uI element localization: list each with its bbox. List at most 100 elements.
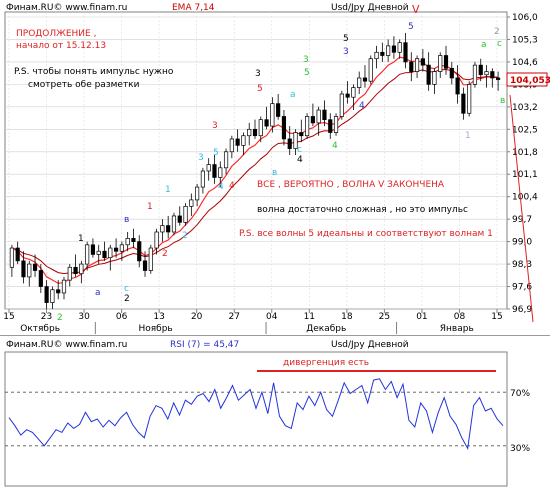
candle-down bbox=[490, 71, 495, 79]
candle-up bbox=[368, 58, 373, 82]
candle-down bbox=[299, 132, 304, 137]
candle-up bbox=[472, 64, 478, 85]
wave-label: 1 bbox=[165, 185, 171, 195]
candle-up bbox=[154, 231, 159, 249]
candle-up bbox=[183, 205, 188, 223]
annotation-wave-note: волна достаточно сложная , но это импуль… bbox=[257, 205, 468, 215]
candle-down bbox=[113, 247, 119, 252]
candle-up bbox=[432, 71, 437, 85]
wave-label: 1 bbox=[465, 131, 471, 141]
price-header-source: Финам.RU© www.finam.ru bbox=[6, 3, 127, 13]
price-x-tick-label: 08 bbox=[454, 312, 466, 322]
rsi-header-source: Финам.RU© www.finam.ru bbox=[6, 340, 127, 350]
price-x-tick-label: 15 bbox=[491, 312, 502, 322]
wave-label: 5 bbox=[213, 148, 219, 158]
candle-up bbox=[223, 151, 229, 169]
candle-up bbox=[484, 71, 489, 76]
wave-label: c bbox=[497, 39, 502, 49]
candle-down bbox=[426, 64, 431, 85]
wave-label: 5 bbox=[343, 34, 349, 44]
rsi-grid bbox=[5, 391, 507, 447]
wave-label: 3 bbox=[212, 121, 218, 131]
price-instrument-label: Usd/Jpy Дневной bbox=[331, 3, 409, 13]
candle-down bbox=[137, 241, 142, 262]
price-x-tick-label: 25 bbox=[379, 312, 390, 322]
price-x-tick-label: 11 bbox=[304, 312, 315, 322]
candle-up bbox=[357, 77, 362, 88]
price-x-tick-label: 04 bbox=[266, 312, 278, 322]
wave-label: 2 bbox=[162, 249, 168, 259]
current-price-label: 104,053 bbox=[510, 76, 550, 86]
candle-down bbox=[38, 270, 43, 287]
candle-down bbox=[32, 263, 38, 271]
candle-up bbox=[96, 250, 101, 255]
wave-label: a bbox=[290, 90, 296, 100]
candle-down bbox=[44, 286, 49, 303]
candle-down bbox=[362, 77, 368, 82]
wave-label: 5 bbox=[257, 84, 263, 94]
candle-up bbox=[218, 167, 223, 178]
price-y-tick-label: 99,0 bbox=[512, 238, 532, 248]
candle-up bbox=[206, 164, 211, 172]
candle-up bbox=[386, 45, 391, 56]
price-x-tick-label: 06 bbox=[116, 312, 128, 322]
candle-up bbox=[195, 186, 200, 201]
price-y-tick-label: 106,0 bbox=[512, 13, 538, 23]
candle-up bbox=[414, 58, 420, 72]
candle-down bbox=[212, 164, 217, 178]
candle-down bbox=[287, 138, 292, 149]
candle-up bbox=[125, 238, 130, 246]
annotation-divergence: дивергенция есть bbox=[283, 358, 369, 368]
candle-down bbox=[281, 116, 287, 140]
price-month-label: Ноябрь bbox=[138, 324, 172, 334]
wave-label: 2 bbox=[182, 231, 188, 241]
wave-label: в bbox=[500, 96, 505, 106]
chart-window: 106,0105,3104,6103,9103,2102,5101,8101,1… bbox=[0, 0, 550, 499]
candle-up bbox=[438, 55, 443, 72]
candle-down bbox=[461, 93, 466, 114]
candle-up bbox=[351, 87, 356, 98]
wave-label: a bbox=[95, 288, 101, 298]
candle-up bbox=[374, 51, 379, 60]
candle-up bbox=[247, 128, 252, 137]
candle-down bbox=[73, 266, 78, 275]
candle-down bbox=[131, 238, 136, 242]
candle-up bbox=[148, 247, 153, 271]
wave-label: 4 bbox=[218, 182, 224, 192]
candle-up bbox=[189, 199, 194, 207]
wave-label: 4 bbox=[229, 181, 235, 191]
candle-down bbox=[102, 250, 107, 259]
price-x-tick-label: 15 bbox=[3, 312, 14, 322]
price-month-label: Октябрь bbox=[20, 324, 60, 334]
price-y-tick-label: 103,2 bbox=[512, 103, 538, 113]
candle-down bbox=[310, 116, 315, 124]
candle-down bbox=[264, 119, 269, 127]
candle-up bbox=[67, 266, 72, 281]
candle-down bbox=[21, 260, 26, 278]
price-x-tick-label: 30 bbox=[78, 312, 90, 322]
price-y-tick-label: 98,3 bbox=[512, 260, 532, 270]
candle-down bbox=[443, 55, 449, 69]
annotation-ps-waves: P.S. все волны 5 идеальны и соответствую… bbox=[239, 229, 493, 239]
candle-down bbox=[322, 109, 327, 121]
candle-up bbox=[160, 225, 165, 233]
price-indicator-label: EMA 7,14 bbox=[172, 3, 215, 13]
annotation-continuation-title: ПРОДОЛЖЕНИЕ , bbox=[16, 29, 96, 39]
candle-up bbox=[61, 279, 67, 294]
candle-down bbox=[380, 51, 385, 56]
candle-down bbox=[15, 247, 20, 262]
price-y-tick-label: 105,3 bbox=[512, 35, 538, 45]
candle-down bbox=[478, 64, 483, 76]
wave-label: c bbox=[124, 284, 129, 294]
candle-up bbox=[241, 135, 246, 146]
candle-down bbox=[496, 77, 501, 80]
rsi-plot-frame bbox=[4, 351, 508, 487]
price-month-label: Январь bbox=[440, 324, 474, 334]
price-month-label: Декабрь bbox=[306, 324, 346, 334]
candle-down bbox=[420, 58, 425, 66]
candle-up bbox=[333, 116, 339, 133]
candle-up bbox=[339, 93, 344, 117]
wave-label: 3 bbox=[343, 47, 349, 57]
annotation-ps-line1: P.S. чтобы понять импульс нужно bbox=[14, 67, 174, 77]
price-y-tick-label: 102,5 bbox=[512, 125, 538, 135]
